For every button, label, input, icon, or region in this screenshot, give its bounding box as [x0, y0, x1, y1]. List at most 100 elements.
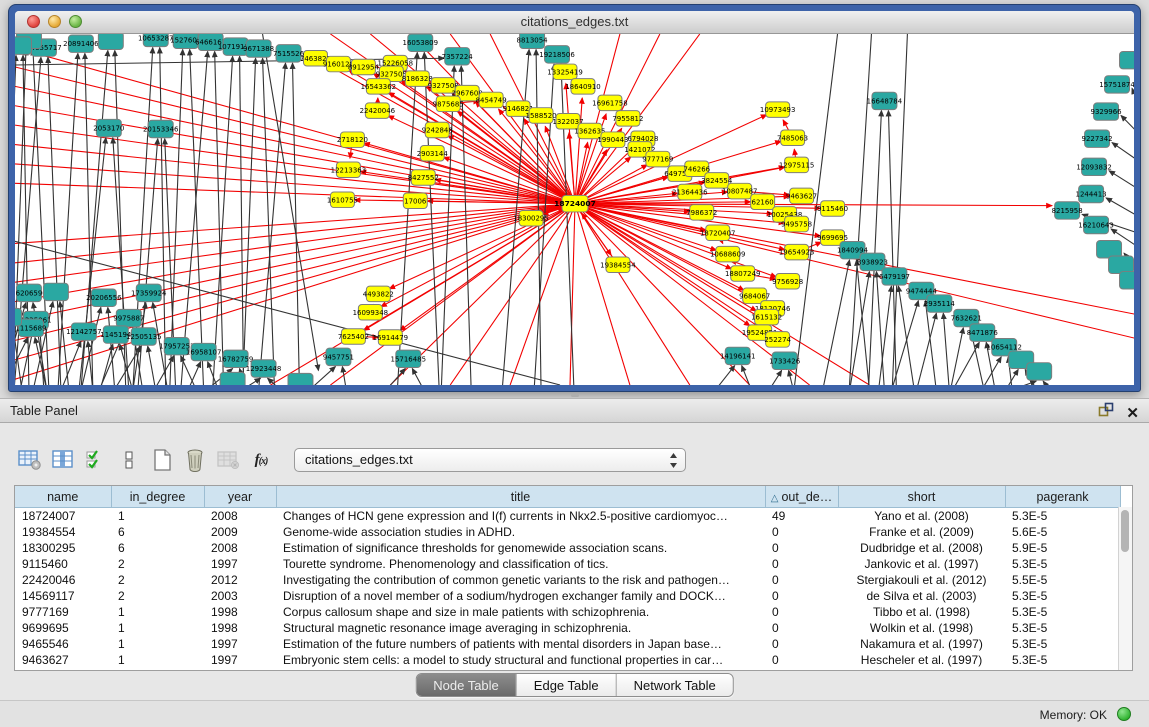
graph-node[interactable]: 9975887: [113, 309, 144, 326]
import-table-icon[interactable]: [214, 447, 242, 473]
graph-node[interactable]: 19384554: [600, 257, 636, 273]
column-header-pagerank[interactable]: pagerank: [1005, 486, 1120, 508]
graph-node[interactable]: [15, 37, 31, 54]
window-titlebar[interactable]: citations_edges.txt: [15, 11, 1134, 34]
table-row[interactable]: 1830029562008Estimation of significance …: [15, 540, 1120, 556]
graph-node[interactable]: [1120, 272, 1134, 289]
graph-node[interactable]: 20153346: [143, 120, 179, 137]
column-header-indegree[interactable]: in_degree: [111, 486, 204, 508]
table-row[interactable]: 969969511998Structural magnetic resonanc…: [15, 620, 1120, 636]
graph-node[interactable]: 9329966: [1091, 103, 1122, 120]
graph-node[interactable]: 8215958: [1052, 202, 1083, 219]
graph-node[interactable]: 7515526: [273, 45, 304, 62]
graph-node[interactable]: 62160: [751, 194, 775, 210]
graph-node[interactable]: 9671388: [243, 40, 274, 57]
graph-node[interactable]: [220, 372, 245, 385]
graph-node[interactable]: 15751874: [1099, 76, 1134, 93]
table-row[interactable]: 2242004622012Investigating the contribut…: [15, 572, 1120, 588]
table-selector-dropdown[interactable]: citations_edges.txt: [294, 448, 686, 472]
graph-node[interactable]: 18640910: [565, 79, 601, 95]
graph-node[interactable]: 7986372: [686, 205, 717, 221]
graph-node[interactable]: 9756928: [772, 273, 803, 289]
row-height-icon[interactable]: [115, 447, 143, 473]
network-canvas[interactable]: 1872400774638229160128891295415226058932…: [15, 34, 1134, 385]
function-builder-icon[interactable]: f(x): [247, 447, 275, 473]
graph-node[interactable]: 16914479: [373, 330, 409, 346]
graph-node[interactable]: [1027, 363, 1052, 380]
table-row[interactable]: 946554611997Estimation of the future num…: [15, 636, 1120, 652]
graph-node[interactable]: 18720407: [700, 225, 736, 241]
graph-node[interactable]: [288, 373, 313, 385]
graph-node[interactable]: 8912954: [348, 59, 379, 75]
graph-node[interactable]: 252274: [764, 332, 791, 348]
graph-node[interactable]: 8813054: [517, 34, 548, 49]
graph-node[interactable]: 9777169: [642, 151, 673, 167]
graph-node[interactable]: 10688609: [710, 246, 746, 262]
graph-node[interactable]: 12923448: [246, 360, 282, 377]
graph-node[interactable]: 14196141: [720, 347, 756, 364]
table-row[interactable]: 946362711997Embryonic stem cells: a mode…: [15, 652, 1120, 668]
graph-node[interactable]: 16648784: [867, 92, 903, 109]
table-settings-icon[interactable]: [16, 447, 44, 473]
graph-node[interactable]: 17359924: [131, 284, 167, 301]
column-header-outde[interactable]: △out_de…: [765, 486, 838, 508]
graph-node[interactable]: 19218506: [539, 46, 575, 63]
float-panel-icon[interactable]: [1098, 402, 1114, 425]
graph-node[interactable]: 20206556: [86, 289, 122, 306]
graph-node[interactable]: 9115460: [817, 201, 848, 217]
graph-node[interactable]: 1610755: [327, 192, 358, 208]
column-visibility-icon[interactable]: [49, 447, 77, 473]
graph-node[interactable]: 9495758: [781, 216, 812, 232]
graph-node[interactable]: 12213363: [331, 162, 367, 178]
graph-node[interactable]: [1097, 241, 1122, 258]
graph-node[interactable]: 9242848: [422, 122, 453, 138]
graph-node[interactable]: [98, 34, 123, 50]
graph-node[interactable]: [1109, 256, 1134, 273]
node-table-grid[interactable]: namein_degreeyeartitle△out_de…shortpager…: [15, 486, 1121, 668]
graph-node[interactable]: 26206590: [15, 284, 47, 301]
graph-node[interactable]: [1120, 51, 1134, 68]
graph-node[interactable]: 7485063: [777, 130, 808, 146]
table-scrollbar[interactable]: [1118, 507, 1132, 670]
graph-node[interactable]: 6479197: [879, 268, 910, 285]
graph-node[interactable]: 15716485: [391, 350, 427, 367]
graph-node[interactable]: 17006: [403, 193, 427, 209]
graph-node[interactable]: 2935114: [924, 295, 955, 312]
graph-node[interactable]: 9875685: [433, 96, 464, 112]
graph-node[interactable]: 16053809: [403, 34, 439, 51]
graph-node[interactable]: 2053170: [93, 119, 124, 136]
graph-node[interactable]: 16210643: [1078, 216, 1114, 233]
graph-node[interactable]: 12093832: [1076, 158, 1112, 175]
graph-node[interactable]: [43, 283, 68, 300]
graph-node[interactable]: 7357224: [442, 48, 473, 65]
graph-node[interactable]: 7955812: [612, 111, 643, 127]
graph-node[interactable]: 10653287: [138, 34, 174, 47]
graph-node[interactable]: 2718120: [337, 132, 368, 148]
column-header-year[interactable]: year: [204, 486, 276, 508]
graph-node[interactable]: 12505135: [126, 328, 162, 345]
graph-node[interactable]: 2903144: [417, 146, 448, 162]
close-panel-icon[interactable]: ✕: [1126, 405, 1139, 423]
graph-node[interactable]: 9463627: [786, 188, 817, 204]
graph-node[interactable]: 7625402: [338, 329, 369, 345]
graph-node[interactable]: 1615132: [751, 309, 782, 325]
graph-node[interactable]: 4493822: [363, 286, 394, 302]
graph-node[interactable]: 16958107: [186, 343, 222, 360]
graph-node[interactable]: 1733426: [769, 352, 800, 369]
tab-edge-table[interactable]: Edge Table: [517, 674, 617, 696]
tab-node-table[interactable]: Node Table: [416, 674, 517, 696]
graph-node[interactable]: 13325419: [547, 64, 583, 80]
table-row[interactable]: 977716911998Corpus callosum shape and si…: [15, 604, 1120, 620]
graph-node[interactable]: 1244413: [1076, 185, 1107, 202]
graph-node[interactable]: [15, 308, 21, 325]
table-row[interactable]: 911546021997Tourette syndrome. Phenomeno…: [15, 556, 1120, 572]
graph-node[interactable]: 8427552: [408, 170, 439, 186]
table-row[interactable]: 1938455462009Genome-wide association stu…: [15, 524, 1120, 540]
table-row[interactable]: 1456911722003Disruption of a novel membe…: [15, 588, 1120, 604]
graph-node[interactable]: 12975115: [779, 157, 815, 173]
column-header-title[interactable]: title: [276, 486, 765, 508]
column-header-short[interactable]: short: [838, 486, 1005, 508]
graph-node[interactable]: 20891406: [63, 35, 99, 52]
new-table-icon[interactable]: [148, 447, 176, 473]
select-attributes-icon[interactable]: [82, 447, 110, 473]
